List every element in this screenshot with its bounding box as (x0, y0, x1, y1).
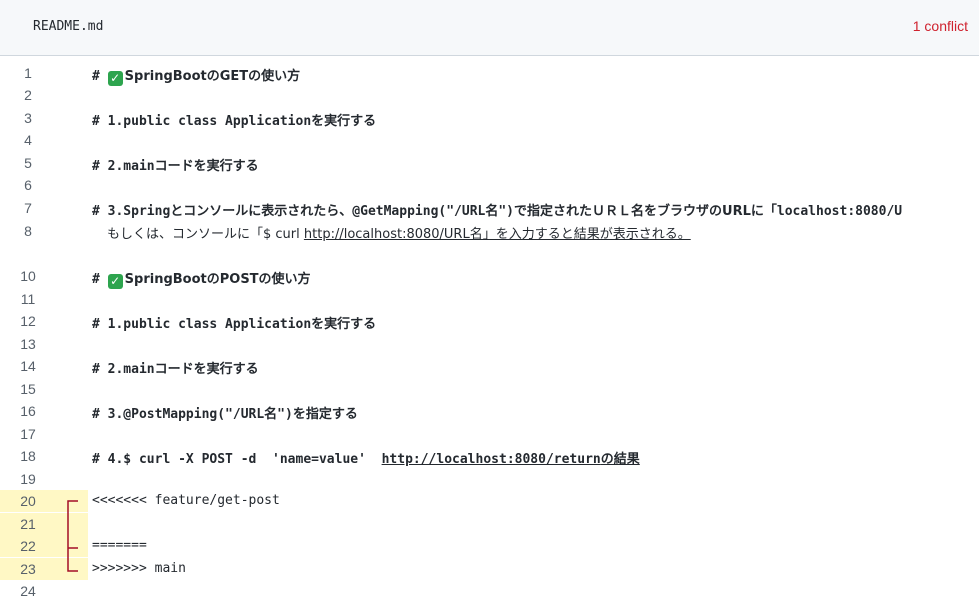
line-number: 11 (20, 291, 36, 307)
line-number: 20 (20, 493, 36, 509)
line-text: # 1.public class Applicationを実行する (92, 114, 377, 129)
line-text: もしくは、コンソールに「$ curl http://localhost:8080… (107, 227, 691, 242)
line-number: 10 (20, 268, 36, 284)
line-number: 17 (20, 426, 36, 442)
conflict-marker-end: >>>>>>> main (92, 561, 186, 576)
code-line[interactable]: 1 # ✓ SpringBootのGETの使い方 (0, 62, 979, 86)
line-number: 19 (20, 471, 36, 487)
code-line[interactable]: 18 # 4.$ curl -X POST -d 'name=value' ht… (0, 445, 979, 467)
line-number: 15 (20, 381, 36, 397)
line-number: 6 (24, 177, 32, 193)
file-name[interactable]: README.md (33, 19, 103, 34)
line-number: 22 (20, 538, 36, 554)
line-number: 13 (20, 336, 36, 352)
code-line[interactable]: 8 もしくは、コンソールに「$ curl http://localhost:80… (0, 220, 979, 242)
conflict-line[interactable]: 22 ======= (0, 535, 979, 557)
line-text: # 1.public class Applicationを実行する (92, 317, 377, 332)
code-line[interactable]: 15 (0, 378, 979, 400)
code-line[interactable]: 5 # 2.mainコードを実行する (0, 152, 979, 174)
line-number: 8 (24, 223, 32, 239)
code-line[interactable]: 14 # 2.mainコードを実行する (0, 355, 979, 377)
url-link[interactable]: http://localhost:8080/URL名」を入力すると結果が表示され… (304, 227, 691, 242)
code-line[interactable]: 12 # 1.public class Applicationを実行する (0, 310, 979, 332)
code-line[interactable]: 24 (0, 580, 979, 602)
line-text: # ✓ SpringBootのGETの使い方 (92, 69, 301, 86)
conflict-marker-start: <<<<<<< feature/get-post (92, 493, 280, 508)
file-header: README.md 1 conflict (0, 0, 979, 56)
code-line[interactable]: 7 # 3.Springとコンソールに表示されたら、@GetMapping("/… (0, 197, 979, 219)
url-link[interactable]: http://localhost:8080/return (382, 452, 601, 467)
line-number: 16 (20, 403, 36, 419)
conflict-line[interactable]: 21 (0, 513, 979, 535)
code-line[interactable]: 11 (0, 288, 979, 310)
line-number: 1 (24, 65, 32, 81)
line-number: 5 (24, 155, 32, 171)
code-line[interactable]: 4 (0, 129, 979, 151)
line-number: 24 (20, 583, 36, 599)
line-number: 7 (24, 200, 32, 216)
line-number: 18 (20, 448, 36, 464)
code-line[interactable]: 6 (0, 174, 979, 196)
line-number: 4 (24, 132, 32, 148)
line-number: 14 (20, 358, 36, 374)
conflict-line[interactable]: 23 >>>>>>> main (0, 558, 979, 580)
line-number: 12 (20, 313, 36, 329)
code-line[interactable]: 13 (0, 333, 979, 355)
line-text: # ✓ SpringBootのPOSTの使い方 (92, 272, 311, 289)
line-text: # 4.$ curl -X POST -d 'name=value' http:… (92, 452, 640, 467)
line-number: 2 (24, 87, 32, 103)
conflict-bracket-icon (67, 500, 78, 572)
line-text: # 2.mainコードを実行する (92, 159, 259, 174)
code-editor[interactable]: 1 # ✓ SpringBootのGETの使い方 2 3 # 1.public c… (0, 62, 979, 614)
code-line[interactable]: 2 (0, 84, 979, 106)
code-line[interactable]: 10 # ✓ SpringBootのPOSTの使い方 (0, 265, 979, 289)
line-number: 21 (20, 516, 36, 532)
line-number: 3 (24, 110, 32, 126)
line-text: # 2.mainコードを実行する (92, 362, 259, 377)
conflict-count[interactable]: 1 conflict (913, 18, 968, 34)
line-text: # 3.@PostMapping("/URL名")を指定する (92, 407, 358, 422)
code-line[interactable]: 3 # 1.public class Applicationを実行する (0, 107, 979, 129)
code-line[interactable]: 17 (0, 423, 979, 445)
conflict-marker-separator: ======= (92, 538, 147, 553)
line-number: 23 (20, 561, 36, 577)
line-text: # 3.Springとコンソールに表示されたら、@GetMapping("/UR… (92, 204, 903, 219)
code-line[interactable]: 19 (0, 468, 979, 490)
conflict-line[interactable]: 20 <<<<<<< feature/get-post (0, 490, 979, 512)
code-line[interactable]: 16 # 3.@PostMapping("/URL名")を指定する (0, 400, 979, 422)
check-mark-icon: ✓ (107, 274, 123, 289)
